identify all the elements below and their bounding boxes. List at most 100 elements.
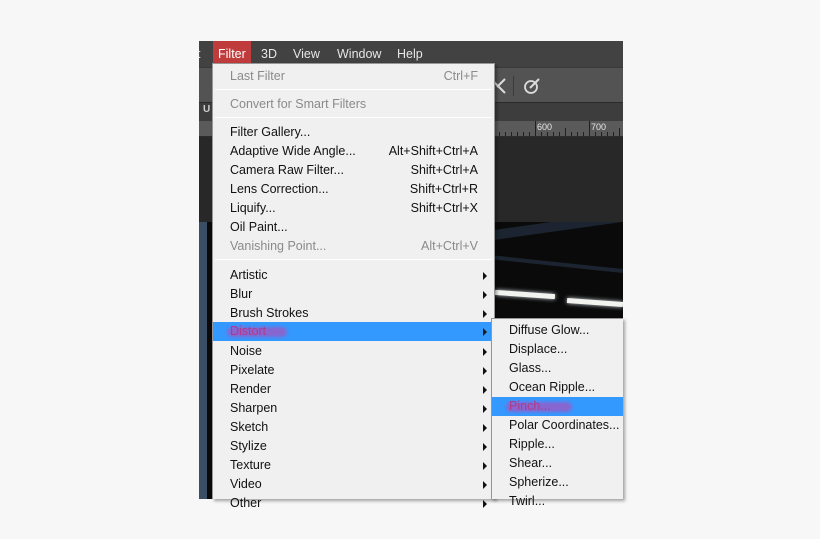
ruler-tick bbox=[613, 132, 614, 136]
submenu-item-shear[interactable]: Shear... bbox=[492, 454, 623, 473]
submenu-item-displace[interactable]: Displace... bbox=[492, 340, 623, 359]
menu-item-sketch[interactable]: Sketch bbox=[213, 418, 494, 437]
menu-item-label: Displace... bbox=[509, 342, 568, 356]
submenu-arrow-icon bbox=[483, 348, 487, 356]
menu-item-render[interactable]: Render bbox=[213, 380, 494, 399]
menu-item-vanishing-point[interactable]: Vanishing Point... Alt+Ctrl+V bbox=[213, 237, 494, 256]
menu-item-texture[interactable]: Texture bbox=[213, 456, 494, 475]
menu-item-label: Liquify... bbox=[230, 201, 276, 215]
menu-item-stylize[interactable]: Stylize bbox=[213, 437, 494, 456]
photo-beam bbox=[479, 222, 623, 243]
menu-item-label: Sketch bbox=[230, 420, 269, 434]
menu-item-shortcut: Shift+Ctrl+A bbox=[410, 163, 478, 177]
menu-item-label: Stylize bbox=[230, 439, 267, 453]
menu-item-oil-paint[interactable]: Oil Paint... bbox=[213, 218, 494, 237]
menu-item-adaptive-wide-angle[interactable]: Adaptive Wide Angle... Alt+Shift+Ctrl+A bbox=[213, 142, 494, 161]
ruler-tick bbox=[541, 132, 542, 136]
submenu-arrow-icon bbox=[483, 328, 487, 336]
menu-item-lens-correction[interactable]: Lens Correction... Shift+Ctrl+R bbox=[213, 180, 494, 199]
submenu-arrow-icon bbox=[483, 462, 487, 470]
menu-item-brush-strokes[interactable]: Brush Strokes bbox=[213, 304, 494, 323]
ruler-tick bbox=[565, 128, 566, 136]
menu-item-label: Convert for Smart Filters bbox=[230, 97, 367, 111]
ruler-tick bbox=[517, 132, 518, 136]
menu-item-label: Ripple... bbox=[509, 437, 555, 451]
ruler-tick bbox=[595, 132, 596, 136]
ruler-tick bbox=[553, 132, 554, 136]
menu-item-label: Filter Gallery... bbox=[230, 125, 311, 139]
menu-item-label: Other bbox=[230, 496, 262, 510]
ruler-tick bbox=[529, 132, 530, 136]
menu-item-shortcut: Shift+Ctrl+R bbox=[409, 182, 478, 196]
menu-item-label: Last Filter bbox=[230, 69, 285, 83]
menu-item-label: Video bbox=[230, 477, 262, 491]
ruler-tick bbox=[547, 132, 548, 136]
ruler-tick bbox=[523, 132, 524, 136]
ruler-tick bbox=[589, 121, 590, 136]
ruler-tick bbox=[559, 132, 560, 136]
menu-item-last-filter[interactable]: Last Filter Ctrl+F bbox=[213, 67, 494, 86]
menu-item-camera-raw-filter[interactable]: Camera Raw Filter... Shift+Ctrl+A bbox=[213, 161, 494, 180]
submenu-arrow-icon bbox=[483, 291, 487, 299]
menu-item-shortcut: Shift+Ctrl+X bbox=[410, 201, 478, 215]
menu-item-label: Texture bbox=[230, 458, 271, 472]
menu-item-label: Shear... bbox=[509, 456, 553, 470]
menu-item-label: Diffuse Glow... bbox=[509, 323, 590, 337]
menu-item-label: Camera Raw Filter... bbox=[230, 163, 344, 177]
ruler-tick bbox=[535, 121, 536, 136]
photo-light bbox=[494, 289, 556, 300]
submenu-arrow-icon bbox=[483, 310, 487, 318]
menu-item-label: Adaptive Wide Angle... bbox=[230, 144, 356, 158]
menu-item-filter-gallery[interactable]: Filter Gallery... bbox=[213, 123, 494, 142]
submenu-item-ripple[interactable]: Ripple... bbox=[492, 435, 623, 454]
menu-item-noise[interactable]: Noise bbox=[213, 342, 494, 361]
submenu-item-polar-coordinates[interactable]: Polar Coordinates... bbox=[492, 416, 623, 435]
submenu-item-spherize[interactable]: Spherize... bbox=[492, 473, 623, 492]
submenu-item-twirl[interactable]: Twirl... bbox=[492, 492, 623, 511]
menu-item-convert-smart-filters[interactable]: Convert for Smart Filters bbox=[213, 95, 494, 114]
document-tab[interactable]: U bbox=[203, 104, 210, 115]
menu-item-pixelate[interactable]: Pixelate bbox=[213, 361, 494, 380]
menu-item-shortcut: Ctrl+F bbox=[443, 69, 478, 83]
menu-item-liquify[interactable]: Liquify... Shift+Ctrl+X bbox=[213, 199, 494, 218]
pressure-brush-icon[interactable] bbox=[521, 75, 543, 97]
menu-partial-item[interactable]: t bbox=[199, 41, 200, 67]
submenu-item-diffuse-glow[interactable]: Diffuse Glow... bbox=[492, 321, 623, 340]
menu-item-sharpen[interactable]: Sharpen bbox=[213, 399, 494, 418]
menu-item-label: Polar Coordinates... bbox=[509, 418, 620, 432]
ruler-tick bbox=[571, 132, 572, 136]
ruler-tick bbox=[499, 132, 500, 136]
ruler-tick bbox=[619, 128, 620, 136]
submenu-arrow-icon bbox=[483, 443, 487, 451]
menu-item-shortcut: Alt+Ctrl+V bbox=[421, 239, 478, 253]
menu-item-label: Oil Paint... bbox=[230, 220, 288, 234]
menu-separator bbox=[215, 259, 492, 260]
submenu-arrow-icon bbox=[483, 424, 487, 432]
menu-item-label: Vanishing Point... bbox=[230, 239, 327, 253]
submenu-item-ocean-ripple[interactable]: Ocean Ripple... bbox=[492, 378, 623, 397]
filter-menu: Last Filter Ctrl+F Convert for Smart Fil… bbox=[212, 63, 495, 510]
menu-item-artistic[interactable]: Artistic bbox=[213, 266, 494, 285]
menu-item-label: Blur bbox=[230, 287, 253, 301]
ruler-tick bbox=[601, 132, 602, 136]
ruler-tick bbox=[583, 132, 584, 136]
submenu-arrow-icon bbox=[483, 405, 487, 413]
menu-item-blur[interactable]: Blur bbox=[213, 285, 494, 304]
menu-item-other[interactable]: Other bbox=[213, 494, 494, 513]
submenu-item-glass[interactable]: Glass... bbox=[492, 359, 623, 378]
menu-item-label: Lens Correction... bbox=[230, 182, 329, 196]
menu-item-label: Artistic bbox=[230, 268, 268, 282]
options-divider bbox=[513, 76, 514, 96]
distort-submenu: Diffuse Glow... Displace... Glass... Oce… bbox=[491, 318, 623, 508]
menu-item-label: Spherize... bbox=[509, 475, 569, 489]
submenu-arrow-icon bbox=[483, 386, 487, 394]
menu-item-video[interactable]: Video bbox=[213, 475, 494, 494]
submenu-arrow-icon bbox=[483, 500, 487, 508]
photo-edge bbox=[199, 222, 207, 499]
menu-item-label: Twirl... bbox=[509, 494, 546, 508]
submenu-arrow-icon bbox=[483, 367, 487, 375]
menu-item-label: Glass... bbox=[509, 361, 552, 375]
menu-item-distort[interactable]: Distort bbox=[213, 322, 494, 341]
menu-separator bbox=[215, 117, 492, 118]
submenu-item-pinch[interactable]: Pinch... bbox=[492, 397, 623, 416]
